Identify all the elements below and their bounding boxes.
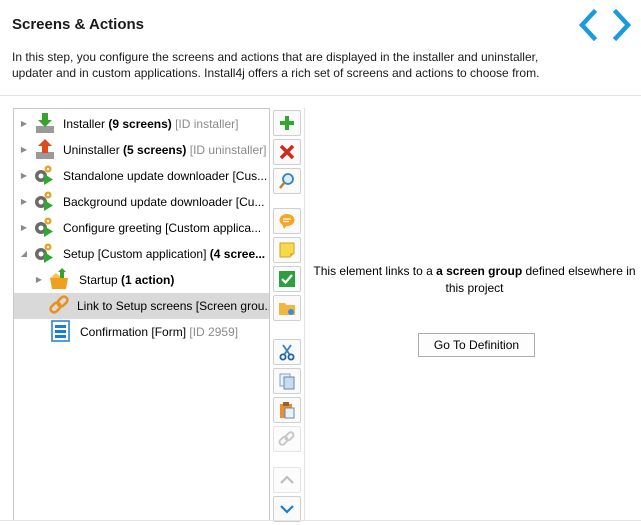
tree-item-link-to-setup-screens[interactable]: Link to Setup screens [Screen grou... [14,293,269,319]
go-to-definition-button[interactable]: Go To Definition [418,333,535,357]
expand-arrow-icon[interactable]: ▶ [19,119,29,129]
tree-item-id: [ID uninstaller] [189,143,267,157]
form-icon [51,320,70,342]
gear-play-icon [35,191,53,211]
tree-item-label: Uninstaller [63,143,120,157]
folder-button[interactable] [273,295,301,321]
uninstaller-up-arrow-icon [36,139,54,159]
link-description-emphasis: a screen group [436,264,523,278]
link-button[interactable] [273,426,301,452]
search-button[interactable] [273,168,301,194]
forward-button[interactable] [608,8,636,42]
tree-item-label: Link to Setup screens [Screen grou... [77,299,270,313]
move-down-button[interactable] [273,496,301,522]
tree-item-count: (9 screens) [108,117,172,131]
link-description-prefix: This element links to a [313,264,437,278]
back-button[interactable] [574,8,602,42]
tree-item-count: (1 action) [121,273,175,287]
startup-box-icon [50,268,68,289]
tree-item-startup[interactable]: ▶ Startup (1 action) [14,267,269,293]
add-button[interactable] [273,110,301,136]
tree-item-standalone-update-downloader[interactable]: ▶ Standalone update downloader [Cus... [14,163,269,189]
expand-arrow-icon[interactable]: ▶ [19,171,29,181]
note-button[interactable] [273,237,301,263]
link-description: This element links to a a screen group d… [312,263,637,297]
tree-toolbar [272,108,302,522]
header: Screens & Actions In this step, you conf… [0,0,641,95]
cut-icon [279,344,295,361]
expand-arrow-icon[interactable]: ▶ [34,275,44,285]
gear-play-icon [35,243,53,263]
tree-item-id: [ID 2959] [189,325,239,339]
installer-down-arrow-icon [36,113,54,133]
chevron-left-icon [578,8,598,42]
expand-arrow-icon[interactable]: ▶ [19,223,29,233]
folder-icon [279,303,295,315]
tree-item-label: Confirmation [Form] [80,325,187,339]
tree-item-setup[interactable]: ◢ Setup [Custom application] (4 scree... [14,241,269,267]
tree-item-label: Background update downloader [Cu... [63,195,265,209]
chain-link-icon [49,295,69,314]
header-divider [0,95,641,96]
comment-button[interactable] [273,208,301,234]
tree-item-installer[interactable]: ▶ Installer (9 screens) [ID installer] [14,111,269,137]
cut-button[interactable] [273,339,301,365]
move-up-icon [280,475,294,484]
bottom-border [0,520,641,521]
screens-tree[interactable]: ▶ Installer (9 screens) [ID installer] ▶… [13,108,270,521]
tree-item-background-update-downloader[interactable]: ▶ Background update downloader [Cu... [14,189,269,215]
tree-item-confirmation[interactable]: Confirmation [Form] [ID 2959] [14,319,269,345]
tree-item-configure-greeting[interactable]: ▶ Configure greeting [Custom applica... [14,215,269,241]
expand-arrow-icon[interactable]: ▶ [19,145,29,155]
chevron-right-icon [612,8,632,42]
checkbox-icon [279,271,295,287]
enable-button[interactable] [273,266,301,292]
note-icon [279,242,295,258]
delete-icon [279,144,295,160]
expand-arrow-icon[interactable]: ▶ [19,197,29,207]
collapse-arrow-icon[interactable]: ◢ [19,249,29,259]
search-icon [279,173,294,189]
tree-item-uninstaller[interactable]: ▶ Uninstaller (5 screens) [ID uninstalle… [14,137,269,163]
tree-item-label: Setup [Custom application] [63,247,207,261]
move-down-icon [280,505,294,514]
tree-item-label: Startup [79,273,118,287]
tree-item-count: (4 scree... [209,247,266,261]
copy-button[interactable] [273,368,301,394]
gear-play-icon [35,217,53,237]
delete-button[interactable] [273,139,301,165]
page-description: In this step, you configure the screens … [12,50,540,80]
tree-item-id: [ID installer] [175,117,239,131]
link-icon [278,431,295,446]
paste-icon [280,402,295,419]
page-title: Screens & Actions [12,16,144,33]
pane-divider [304,108,305,520]
move-up-button[interactable] [273,467,301,493]
tree-item-label: Standalone update downloader [Cus... [63,169,268,183]
tree-item-count: (5 screens) [123,143,187,157]
gear-play-icon [35,165,53,185]
add-icon [280,116,294,130]
tree-item-label: Configure greeting [Custom applica... [63,221,262,235]
copy-icon [279,373,295,390]
comment-icon [279,214,295,229]
tree-item-label: Installer [63,117,106,131]
paste-button[interactable] [273,397,301,423]
